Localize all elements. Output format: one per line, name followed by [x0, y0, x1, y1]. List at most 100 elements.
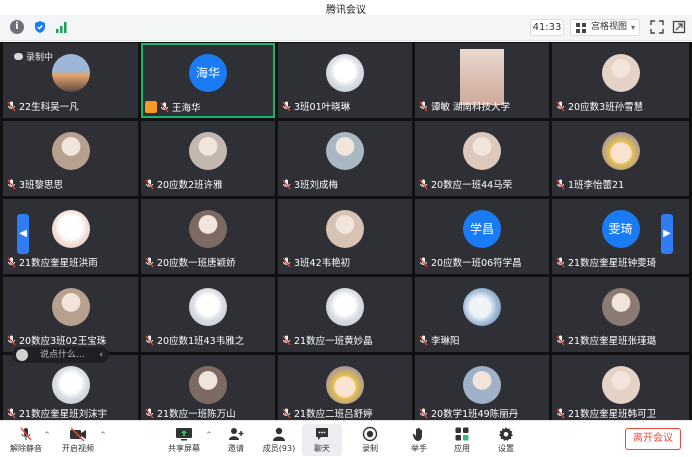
avatar: [601, 366, 640, 404]
signal-icon[interactable]: [55, 20, 69, 34]
participant-tile[interactable]: 21数应二班吕舒婷: [278, 355, 412, 425]
participant-tile[interactable]: 20数应一班44马荣: [415, 121, 549, 196]
record-label: 录制: [362, 444, 378, 453]
mic-muted-icon: [556, 408, 565, 419]
mic-muted-icon: [145, 335, 154, 346]
avatar: [463, 366, 501, 404]
participant-name-label: 21数应一班黄妙晶: [294, 336, 373, 347]
emoji-icon[interactable]: [16, 349, 28, 361]
chat-button[interactable]: 聊天: [302, 424, 342, 456]
meeting-timer: 41:33: [530, 19, 564, 36]
participant-name-label: 21数应一班陈万山: [157, 409, 236, 420]
chevron-up-icon[interactable]: ^: [100, 431, 106, 439]
participant-tile[interactable]: 20数学1班49陈丽丹: [415, 355, 549, 425]
participant-tile[interactable]: 学昌 20应数一班06符学昌: [415, 199, 549, 274]
chat-icon: [316, 428, 328, 440]
view-mode-select[interactable]: 宫格视图 ▾: [570, 19, 640, 36]
start-video-button[interactable]: 开启视频: [58, 424, 98, 456]
participant-name: 21数应奎星班洪雨: [7, 257, 136, 271]
avatar: [51, 288, 90, 326]
collapse-icon[interactable]: ‹: [99, 347, 103, 363]
settings-button[interactable]: 设置: [486, 424, 526, 456]
info-icon[interactable]: i: [10, 20, 24, 34]
invite-button[interactable]: 邀请: [216, 424, 256, 456]
participant-tile[interactable]: 海华 王海华: [141, 43, 275, 118]
popout-icon[interactable]: [672, 20, 686, 34]
mic-muted-icon: [556, 179, 565, 190]
app-title: 腾讯会议: [326, 5, 366, 16]
next-page-button[interactable]: ▶: [661, 214, 673, 254]
participant-tile[interactable]: 1班李怡蕾21: [552, 121, 689, 196]
participant-name: 20应数3班孙雪慧: [556, 101, 687, 115]
mic-muted-icon: [556, 257, 565, 268]
avatar: [601, 54, 640, 92]
mic-muted-icon: [419, 179, 428, 190]
recording-indicator: 录制中: [14, 50, 53, 63]
mic-muted-icon: [160, 102, 169, 113]
mic-muted-icon: [7, 335, 16, 346]
chevron-up-icon[interactable]: ^: [206, 431, 212, 439]
participant-name-label: 20数学1班49陈丽丹: [431, 409, 519, 420]
mic-muted-icon: [7, 179, 16, 190]
participant-tile[interactable]: 谭敏 湖南科技大学: [415, 43, 549, 118]
mic-muted-icon: [145, 257, 154, 268]
prev-page-button[interactable]: ◀: [17, 214, 29, 254]
top-toolbar: i 41:33 宫格视图 ▾: [0, 15, 692, 41]
participant-name: 20应数一班06符学昌: [419, 257, 547, 271]
participant-tile[interactable]: 21数应一班陈万山: [141, 355, 275, 425]
participant-name: 21数应一班黄妙晶: [282, 335, 410, 349]
participant-name-label: 21数应奎星班刘沫宇: [19, 409, 108, 420]
participant-tile[interactable]: 21数应奎星班刘沫宇: [3, 355, 138, 425]
participant-tile[interactable]: 21数应奎星班张瑾璐: [552, 277, 689, 352]
avatar: [189, 366, 227, 404]
participant-tile[interactable]: 3班刘成梅: [278, 121, 412, 196]
participant-tile[interactable]: 20数应3班02王宝珠: [3, 277, 138, 352]
mic-muted-icon: [556, 335, 565, 346]
participant-name-label: 20应数一班06符学昌: [431, 258, 522, 269]
chevron-down-icon: ▾: [630, 23, 635, 32]
mic-muted-icon: [419, 408, 428, 419]
start-video-label: 开启视频: [62, 444, 94, 453]
mic-muted-icon: [282, 335, 291, 346]
participant-tile[interactable]: 20应数1班43韦雅之: [141, 277, 275, 352]
fullscreen-icon[interactable]: [650, 20, 664, 34]
participant-tile[interactable]: 李琳阳: [415, 277, 549, 352]
raise-hand-button[interactable]: 举手: [399, 424, 439, 456]
avatar: [326, 210, 364, 248]
participant-tile[interactable]: 3班01叶晓琳: [278, 43, 412, 118]
members-button[interactable]: 成员(93): [259, 424, 299, 456]
participant-tile[interactable]: 20应数一班唐颖娇: [141, 199, 275, 274]
participant-name: 3班42韦艳初: [282, 257, 410, 271]
invite-label: 邀请: [228, 444, 244, 453]
mic-muted-icon: [282, 408, 291, 419]
avatar-initials: 学昌: [463, 210, 501, 248]
share-screen-button[interactable]: 共享屏幕: [164, 424, 204, 456]
participant-tile[interactable]: 3班42韦艳初: [278, 199, 412, 274]
unmute-label: 解除静音: [10, 444, 42, 453]
avatar: [51, 132, 90, 170]
participant-tile[interactable]: 21数应一班黄妙晶: [278, 277, 412, 352]
participant-tile[interactable]: 3班黎思思: [3, 121, 138, 196]
avatar: [326, 132, 364, 170]
shield-icon[interactable]: [33, 20, 47, 34]
leave-meeting-button[interactable]: 离开会议: [625, 428, 681, 450]
apps-button[interactable]: 应用: [442, 424, 482, 456]
participant-name: 20应数一班唐颖娇: [145, 257, 273, 271]
record-button[interactable]: 录制: [350, 424, 390, 456]
bottom-toolbar: 解除静音 ^ 开启视频 ^ 共享屏幕 ^ 邀请 成员(93) 聊天 录制 举手 …: [0, 420, 692, 457]
participant-tile[interactable]: 20应数3班孙雪慧: [552, 43, 689, 118]
chevron-up-icon[interactable]: ^: [44, 431, 50, 439]
participant-name-label: 20应数一班唐颖娇: [157, 258, 236, 269]
participant-name: 21数应奎星班张瑾璐: [556, 335, 687, 349]
chat-input[interactable]: 说点什么... ‹: [12, 347, 109, 363]
mic-muted-icon: [282, 257, 291, 268]
mic-muted-icon: [419, 101, 428, 112]
participant-tile[interactable]: 21数应奎星班韩可卫: [552, 355, 689, 425]
unmute-button[interactable]: 解除静音: [6, 424, 46, 456]
host-icon: [145, 101, 157, 113]
participant-name: 谭敏 湖南科技大学: [419, 101, 547, 115]
apps-icon: [455, 427, 469, 441]
cloud-icon: [14, 53, 23, 60]
participant-tile[interactable]: 20应数2班许雅: [141, 121, 275, 196]
participant-name: 21数应奎星班钟雯琦: [556, 257, 687, 271]
